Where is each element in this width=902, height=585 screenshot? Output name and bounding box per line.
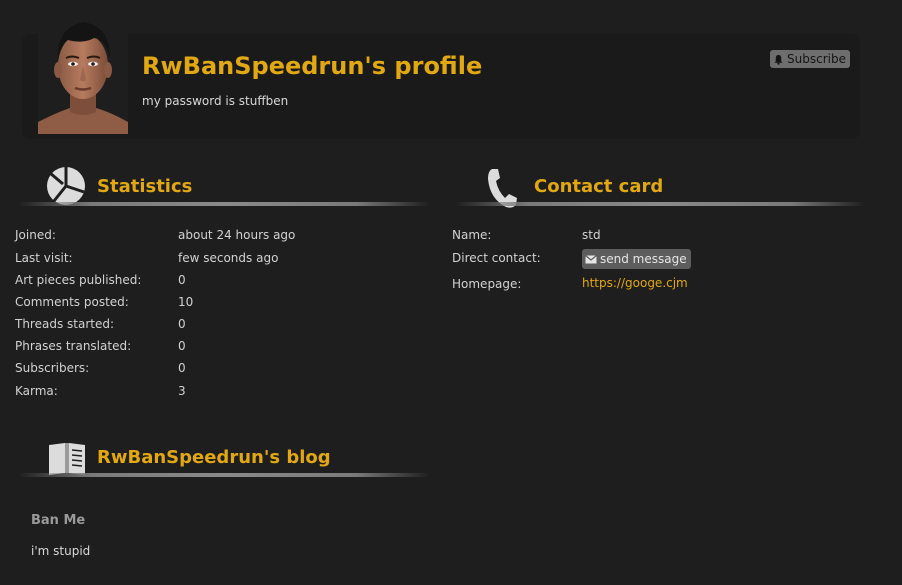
contact-name-label: Name: [452, 228, 492, 242]
stat-label: Art pieces published: [15, 273, 142, 287]
stat-label: Last visit: [15, 251, 73, 265]
send-message-label: send message [600, 252, 687, 266]
stat-label: Threads started: [15, 317, 115, 331]
subscribe-label: Subscribe [787, 52, 846, 66]
send-message-button[interactable]: send message [582, 249, 691, 269]
envelope-icon [585, 254, 597, 263]
subscribe-button[interactable]: Subscribe [770, 50, 850, 68]
stat-label: Phrases translated: [15, 339, 132, 353]
blog-post-body: i'm stupid [31, 544, 91, 558]
stat-value: 0 [178, 361, 186, 375]
contact-divider [455, 202, 865, 206]
stat-value: about 24 hours ago [178, 228, 296, 242]
contact-homepage-label: Homepage: [452, 277, 522, 291]
stat-label: Joined: [15, 228, 56, 242]
profile-page: RwBanSpeedrun's profile my password is s… [0, 0, 902, 585]
blog-divider [18, 473, 430, 477]
stat-value: 0 [178, 273, 186, 287]
contact-name-value: std [582, 228, 601, 242]
stat-value: 0 [178, 339, 186, 353]
profile-header-card [22, 34, 860, 139]
contact-direct-label: Direct contact: [452, 251, 541, 265]
stat-value: few seconds ago [178, 251, 279, 265]
statistics-divider [18, 202, 430, 206]
stat-label: Comments posted: [15, 295, 129, 309]
contact-card-heading: Contact card [534, 176, 664, 197]
stat-value: 10 [178, 295, 194, 309]
stat-label: Subscribers: [15, 361, 90, 375]
blog-heading: RwBanSpeedrun's blog [97, 447, 331, 468]
homepage-link[interactable]: https://googe.cjm [582, 276, 688, 290]
stat-value: 0 [178, 317, 186, 331]
statistics-heading: Statistics [97, 176, 193, 197]
phone-icon [486, 167, 518, 213]
stat-value: 3 [178, 384, 186, 398]
stat-label: Karma: [15, 384, 58, 398]
user-avatar [38, 18, 128, 134]
profile-bio: my password is stuffben [142, 94, 289, 108]
profile-title: RwBanSpeedrun's profile [142, 52, 483, 80]
bell-icon [774, 54, 783, 65]
blog-post-title[interactable]: Ban Me [31, 513, 85, 528]
